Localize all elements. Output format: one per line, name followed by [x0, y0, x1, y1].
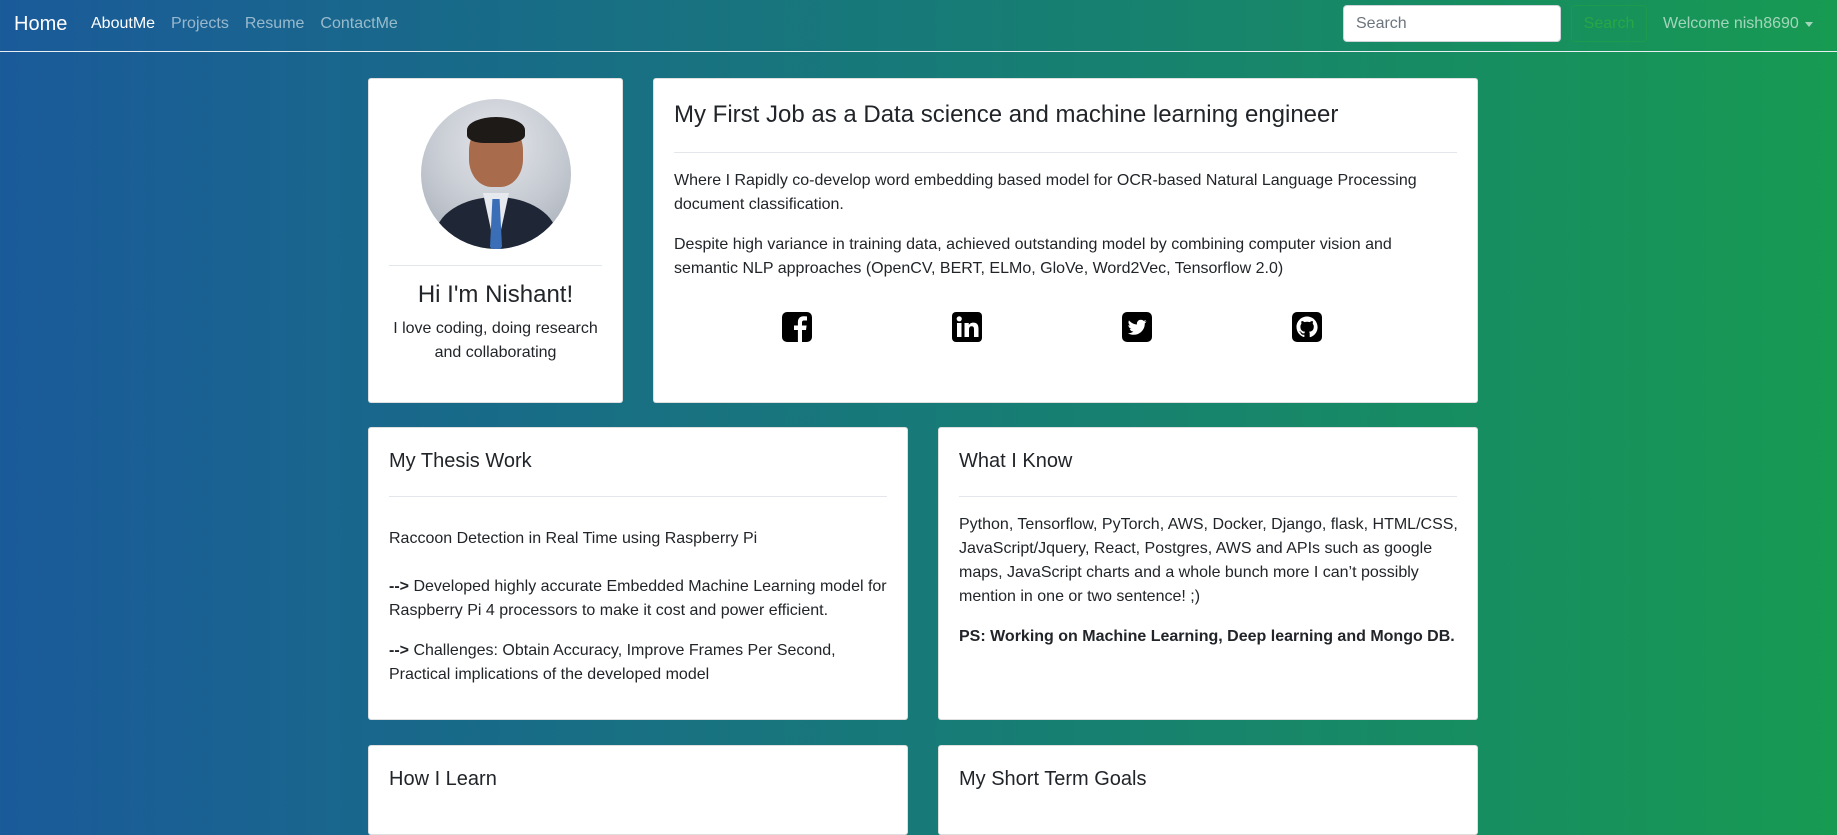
skills-ps: PS: Working on Machine Learning, Deep le… [959, 628, 1455, 645]
thesis-point-1-text: Developed highly accurate Embedded Machi… [389, 578, 887, 619]
thesis-point-2: --> Challenges: Obtain Accuracy, Improve… [389, 639, 891, 687]
divider [959, 496, 1457, 497]
profile-greeting: Hi I'm Nishant! [417, 281, 574, 308]
first-job-card: My First Job as a Data science and machi… [653, 78, 1478, 403]
how-i-learn-title: How I Learn [389, 768, 497, 790]
profile-card: Hi I'm Nishant! I love coding, doing res… [368, 78, 623, 403]
nav-aboutme-link[interactable]: AboutMe [91, 15, 155, 33]
thesis-point-2-text: Challenges: Obtain Accuracy, Improve Fra… [389, 642, 836, 683]
twitter-icon[interactable] [1121, 311, 1153, 343]
nav-links: AboutMe Projects Resume ContactMe [91, 15, 414, 33]
thesis-card: My Thesis Work Raccoon Detection in Real… [368, 427, 908, 720]
job-paragraph-1: Where I Rapidly co-develop word embeddin… [674, 172, 1417, 213]
how-i-learn-card: How I Learn [368, 745, 908, 835]
github-icon[interactable] [1291, 311, 1323, 343]
job-title: My First Job as a Data science and machi… [674, 101, 1339, 128]
skills-text: Python, Tensorflow, PyTorch, AWS, Docker… [959, 516, 1458, 605]
avatar [421, 99, 571, 249]
caret-down-icon [1804, 21, 1813, 27]
short-term-goals-card: My Short Term Goals [938, 745, 1478, 835]
thesis-title: My Thesis Work [389, 450, 532, 472]
divider [674, 152, 1457, 153]
linkedin-icon[interactable] [951, 311, 983, 343]
nav-resume-link[interactable]: Resume [245, 15, 305, 33]
search-button[interactable]: Search [1571, 5, 1647, 42]
thesis-topic: Raccoon Detection in Real Time using Ras… [389, 530, 758, 547]
short-term-goals-title: My Short Term Goals [959, 768, 1147, 790]
job-paragraph-2: Despite high variance in training data, … [674, 236, 1392, 277]
divider [389, 496, 887, 497]
nav-projects-link[interactable]: Projects [171, 15, 229, 33]
skills-card: What I Know Python, Tensorflow, PyTorch,… [938, 427, 1478, 720]
nav-contactme-link[interactable]: ContactMe [320, 15, 397, 33]
thesis-point-1: --> Developed highly accurate Embedded M… [389, 575, 891, 623]
divider [389, 265, 602, 266]
top-navbar: Home AboutMe Projects Resume ContactMe S… [0, 0, 1837, 52]
user-dropdown[interactable]: Welcome nish8690 [1663, 15, 1813, 33]
arrow-marker: --> [389, 642, 409, 659]
search-input[interactable] [1343, 5, 1561, 42]
arrow-marker: --> [389, 578, 409, 595]
facebook-icon[interactable] [781, 311, 813, 343]
skills-title: What I Know [959, 450, 1073, 472]
user-dropdown-label: Welcome nish8690 [1663, 15, 1799, 32]
home-link[interactable]: Home [14, 13, 67, 36]
profile-bio: I love coding, doing research and collab… [393, 320, 598, 361]
